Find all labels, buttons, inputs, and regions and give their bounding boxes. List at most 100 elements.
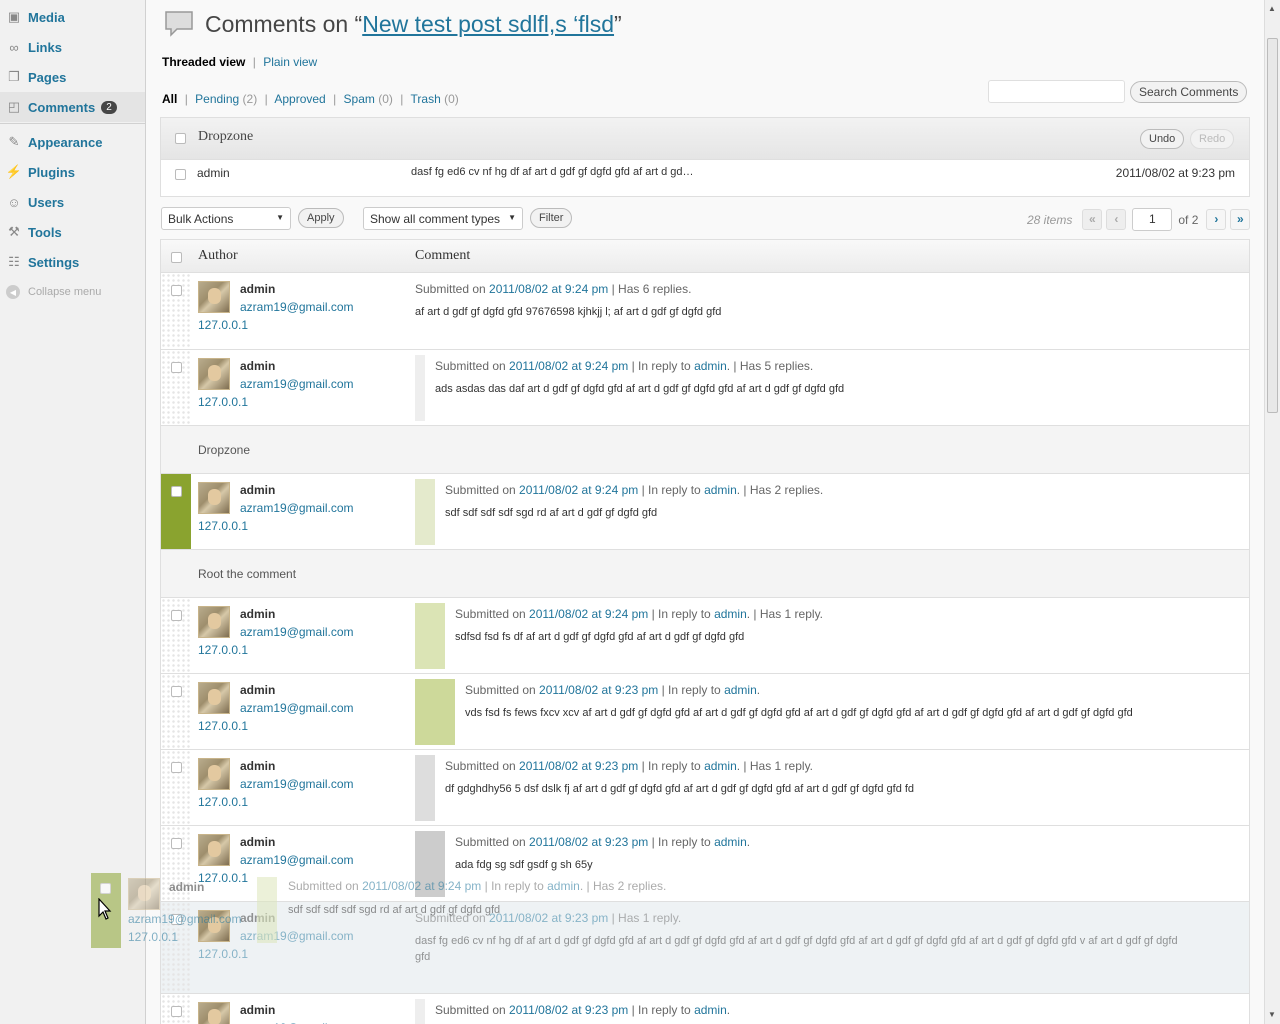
- search-input[interactable]: [988, 80, 1125, 103]
- author-ip[interactable]: 127.0.0.1: [198, 719, 248, 733]
- dropzone-text: dasf fg ed6 cv nf hg df af art d gdf gf …: [411, 166, 694, 178]
- comment-date-link[interactable]: 2011/08/02 at 9:23 pm: [509, 1003, 628, 1017]
- author-ip[interactable]: 127.0.0.1: [198, 947, 248, 961]
- next-page-button[interactable]: ›: [1206, 209, 1227, 230]
- comment-date-link[interactable]: 2011/08/02 at 9:23 pm: [519, 759, 638, 773]
- author-ip[interactable]: 127.0.0.1: [128, 930, 178, 944]
- vertical-scrollbar[interactable]: ▲ ▼: [1264, 0, 1280, 1024]
- row-checkbox[interactable]: [171, 762, 182, 773]
- dropzone-checkbox[interactable]: [175, 133, 186, 144]
- row-checkbox[interactable]: [175, 169, 186, 180]
- post-title-link[interactable]: New test post sdlfl,s ‘flsd: [362, 11, 614, 37]
- author-column-header[interactable]: Author: [198, 248, 238, 264]
- table-row[interactable]: adminazram19@gmail.com127.0.0.1Submitted…: [161, 674, 1249, 750]
- sidebar-item-users[interactable]: ☺ Users: [0, 187, 145, 217]
- filter-trash[interactable]: Trash: [411, 92, 441, 106]
- table-row[interactable]: adminazram19@gmail.com127.0.0.1Submitted…: [161, 474, 1249, 550]
- threaded-view-link[interactable]: Threaded view: [162, 55, 245, 69]
- scroll-up-icon[interactable]: ▲: [1268, 4, 1276, 13]
- author-ip[interactable]: 127.0.0.1: [198, 395, 248, 409]
- select-all-checkbox[interactable]: [171, 252, 182, 263]
- row-checkbox[interactable]: [171, 285, 182, 296]
- sidebar-item-links[interactable]: ∞ Links: [0, 32, 145, 62]
- reply-to-link[interactable]: admin: [694, 1003, 727, 1017]
- search-comments-button[interactable]: Search Comments: [1130, 81, 1248, 103]
- comment-date-link[interactable]: 2011/08/02 at 9:24 pm: [529, 607, 648, 621]
- dragged-comment[interactable]: admin azram19@gmail.com 127.0.0.1 Submit…: [91, 873, 679, 949]
- author-ip[interactable]: 127.0.0.1: [198, 643, 248, 657]
- comment-date-link[interactable]: 2011/08/02 at 9:23 pm: [529, 835, 648, 849]
- comment-date-link[interactable]: 2011/08/02 at 9:24 pm: [489, 282, 608, 296]
- filter-all[interactable]: All: [162, 92, 177, 106]
- author-email[interactable]: azram19@gmail.com: [128, 912, 242, 926]
- sidebar-item-appearance[interactable]: ✎ Appearance: [0, 127, 145, 157]
- comment-column-header[interactable]: Comment: [415, 248, 470, 264]
- reply-to-link[interactable]: admin: [724, 683, 757, 697]
- comment-date-link[interactable]: 2011/08/02 at 9:23 pm: [539, 683, 658, 697]
- author-ip[interactable]: 127.0.0.1: [198, 519, 248, 533]
- filter-pending[interactable]: Pending: [195, 92, 239, 106]
- table-row[interactable]: adminazram19@gmail.com127.0.0.1Submitted…: [161, 350, 1249, 426]
- avatar: [198, 758, 230, 790]
- reply-to-link[interactable]: admin: [714, 607, 747, 621]
- scrollbar-thumb[interactable]: [1267, 38, 1278, 413]
- author-email[interactable]: azram19@gmail.com: [240, 853, 354, 867]
- collapse-menu-button[interactable]: ◀ Collapse menu: [0, 280, 145, 304]
- bulk-actions-select[interactable]: Bulk Actions ▼: [161, 207, 291, 230]
- sidebar-item-media[interactable]: ▣ Media: [0, 2, 145, 32]
- comment-type-select[interactable]: Show all comment types ▼: [363, 207, 523, 230]
- filter-button[interactable]: Filter: [530, 208, 573, 228]
- reply-to-link[interactable]: admin: [694, 359, 727, 373]
- author-email[interactable]: azram19@gmail.com: [240, 300, 354, 314]
- last-page-button[interactable]: »: [1230, 209, 1251, 230]
- row-checkbox[interactable]: [171, 838, 182, 849]
- undo-button[interactable]: Undo: [1140, 129, 1185, 149]
- table-row[interactable]: adminazram19@gmail.com127.0.0.1Submitted…: [161, 598, 1249, 674]
- total-pages: of 2: [1178, 212, 1199, 227]
- prev-page-button[interactable]: ‹: [1106, 209, 1127, 230]
- reply-to-link[interactable]: admin: [704, 483, 737, 497]
- pagination: 28 items « ‹ 1 of 2 › »: [1027, 208, 1254, 231]
- reply-to-link[interactable]: admin: [704, 759, 737, 773]
- sidebar-item-pages[interactable]: ❐ Pages: [0, 62, 145, 92]
- drop-zone-root[interactable]: Root the comment: [161, 550, 1249, 598]
- author-ip[interactable]: 127.0.0.1: [198, 795, 248, 809]
- author-email[interactable]: azram19@gmail.com: [240, 625, 354, 639]
- author-email[interactable]: azram19@gmail.com: [240, 501, 354, 515]
- current-page-input[interactable]: 1: [1132, 208, 1173, 231]
- filter-approved[interactable]: Approved: [274, 92, 325, 106]
- plain-view-link[interactable]: Plain view: [263, 55, 317, 69]
- comment-date-link[interactable]: 2011/08/02 at 9:24 pm: [519, 483, 638, 497]
- comment-date-link[interactable]: 2011/08/02 at 9:24 pm: [509, 359, 628, 373]
- row-checkbox[interactable]: [100, 883, 111, 894]
- table-row[interactable]: adminazram19@gmail.com127.0.0.1Submitted…: [161, 273, 1249, 350]
- author-email[interactable]: azram19@gmail.com: [240, 777, 354, 791]
- collapse-arrow-icon: ◀: [6, 285, 20, 299]
- author-ip[interactable]: 127.0.0.1: [198, 318, 248, 332]
- sidebar-item-tools[interactable]: ⚒ Tools: [0, 217, 145, 247]
- sidebar-item-comments[interactable]: ◰ Comments 2: [0, 92, 145, 122]
- first-page-button[interactable]: «: [1082, 209, 1103, 230]
- table-row[interactable]: adminazram19@gmail.com127.0.0.1Submitted…: [161, 994, 1249, 1024]
- reply-to-link[interactable]: admin: [714, 835, 747, 849]
- sidebar-item-settings[interactable]: ☷ Settings: [0, 247, 145, 277]
- author-email[interactable]: azram19@gmail.com: [240, 377, 354, 391]
- table-row[interactable]: admin azram19@gmail.com 127.0.0.1 Submitted…: [161, 750, 1249, 826]
- drop-zone-dropzone[interactable]: Dropzone: [161, 426, 1249, 474]
- row-checkbox[interactable]: [171, 1006, 182, 1017]
- comment-date-link[interactable]: 2011/08/02 at 9:24 pm: [362, 879, 481, 893]
- author-email[interactable]: azram19@gmail.com: [240, 701, 354, 715]
- filter-spam[interactable]: Spam: [344, 92, 375, 106]
- comment-text-wrap: gfd: [415, 951, 431, 963]
- redo-button[interactable]: Redo: [1190, 129, 1235, 149]
- scroll-down-icon[interactable]: ▼: [1268, 1010, 1276, 1019]
- apply-button[interactable]: Apply: [298, 208, 344, 228]
- reply-to-link[interactable]: admin: [547, 879, 580, 893]
- row-checkbox[interactable]: [171, 610, 182, 621]
- comment-meta: Submitted on 2011/08/02 at 9:23 pm | In …: [455, 835, 751, 849]
- comment-meta: Submitted on 2011/08/02 at 9:23 pm | In …: [445, 759, 814, 773]
- sidebar-item-plugins[interactable]: ⚡ Plugins: [0, 157, 145, 187]
- row-checkbox[interactable]: [171, 686, 182, 697]
- row-checkbox[interactable]: [171, 486, 182, 497]
- row-checkbox[interactable]: [171, 362, 182, 373]
